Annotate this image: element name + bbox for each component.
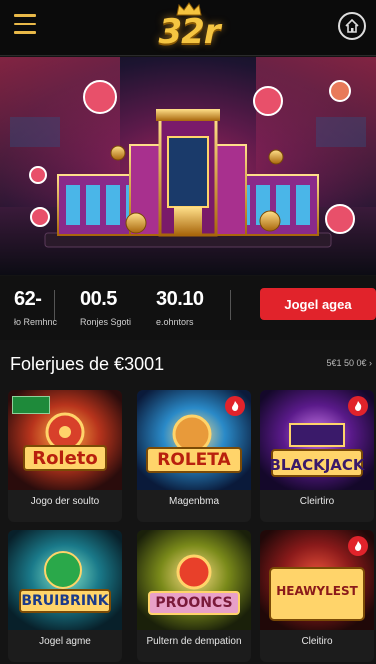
stat-value: 62- — [14, 288, 42, 310]
hot-badge-icon — [348, 396, 368, 416]
section-title: Folerjues de €3001 — [10, 354, 165, 374]
flag-badge — [12, 396, 50, 414]
stat-item: 00.5 Ronjes Sgoti — [80, 288, 131, 327]
top-header: 32r — [0, 0, 376, 56]
game-logo-text: Roleto — [32, 448, 98, 469]
hot-badge-icon — [225, 396, 245, 416]
divider — [230, 290, 231, 320]
game-card-roleto[interactable]: Roleto Jogo der soulto — [8, 390, 122, 522]
hot-badge-icon — [348, 536, 368, 556]
game-name: Pultern de dempation — [146, 636, 242, 647]
game-artwork — [137, 530, 251, 630]
game-logo-text: BLACKJACK — [269, 456, 365, 474]
stat-label: ło Remhnc — [14, 317, 58, 327]
stat-label: Ronjes Sgoti — [80, 317, 132, 327]
game-logo-text: BRUIBRINK — [21, 593, 109, 609]
divider — [54, 290, 55, 320]
game-name: Magenbma — [168, 496, 220, 507]
game-name: Cleirtiro — [299, 496, 335, 507]
game-card-roleta[interactable]: ROLETA Magenbma — [137, 390, 251, 522]
game-card-blackjack[interactable]: BLACKJACK Cleirtiro — [260, 390, 374, 522]
brand-logo[interactable]: 32r — [150, 2, 228, 56]
stat-item: 62- ło Remhnc — [14, 288, 57, 327]
stat-value: 00.5 — [80, 288, 117, 310]
game-name: Jogo der soulto — [30, 496, 100, 507]
game-artwork — [8, 530, 122, 630]
game-name: Cleitiro — [301, 636, 333, 647]
casino-building-illustration — [0, 80, 376, 275]
stat-label: e.ohntors — [156, 317, 194, 327]
home-icon[interactable] — [338, 12, 366, 40]
game-logo-text: ROLETA — [157, 450, 231, 470]
game-card-bruibrink[interactable]: BRUIBRINK Jogel agme — [8, 530, 122, 662]
game-card-heawylest[interactable]: HEAWYLEST Cleitiro — [260, 530, 374, 662]
game-logo-text: HEAWYLEST — [276, 584, 358, 598]
see-more-link[interactable]: 5€1 50 0€ › — [326, 358, 372, 368]
stat-value: 30.10 — [156, 288, 204, 310]
hero-banner[interactable] — [0, 57, 376, 275]
game-logo-text: PROONCS — [155, 595, 233, 611]
stat-item: 30.10 e.ohntors — [156, 288, 204, 327]
game-card-proongs[interactable]: PROONCS Pultern de dempation — [137, 530, 251, 662]
hamburger-menu-icon[interactable] — [14, 14, 36, 36]
game-name: Jogel agme — [39, 636, 91, 647]
logo-text: 32r — [158, 12, 220, 52]
play-now-button[interactable]: Jogel agea — [260, 288, 376, 320]
